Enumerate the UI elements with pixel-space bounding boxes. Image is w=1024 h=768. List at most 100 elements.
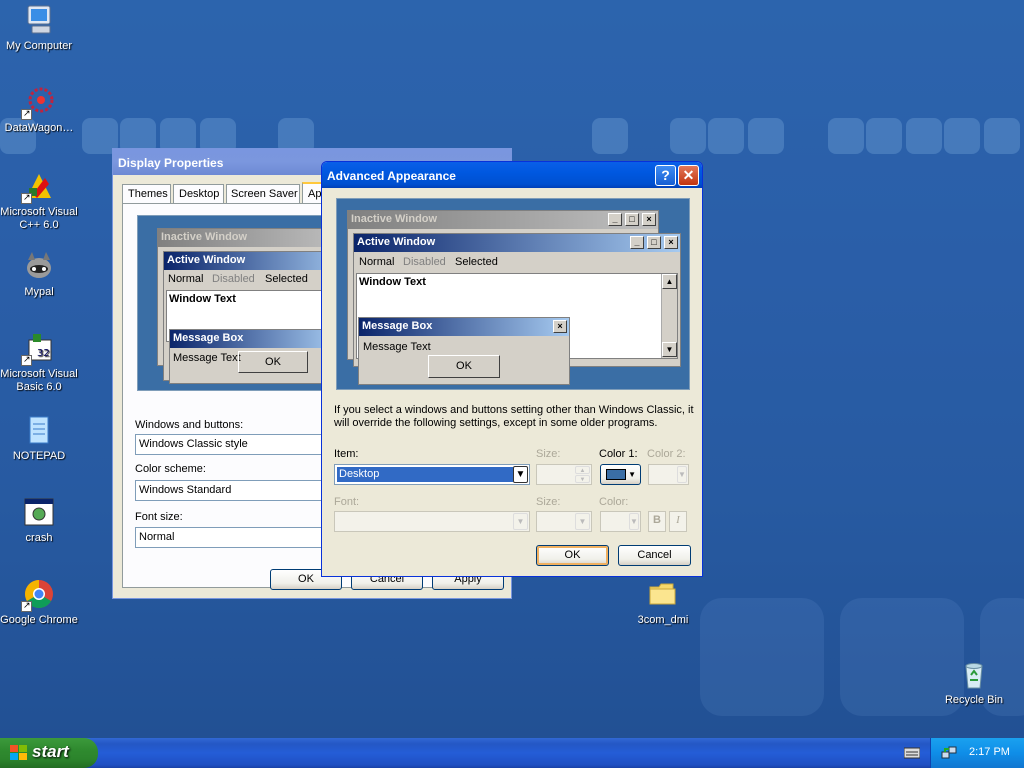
desktop-icon-recycle-bin[interactable]: Recycle Bin — [935, 658, 1013, 707]
font-label: Font: — [334, 496, 360, 508]
preview-message-text: Message Text — [173, 352, 241, 364]
shortcut-arrow-icon — [21, 599, 32, 612]
wallpaper-tile — [592, 118, 628, 154]
tab-screen-saver[interactable]: Screen Saver — [226, 184, 300, 204]
preview-message-box: Message Box Message Text OK — [169, 329, 339, 384]
preview-menu-disabled: Disabled — [212, 273, 255, 285]
desktop-icon-label: Microsoft Visual C++ 6.0 — [0, 206, 78, 231]
bold-button[interactable]: B — [648, 511, 666, 532]
desktop-icon-visual-cpp[interactable]: Microsoft Visual C++ 6.0 — [0, 170, 78, 232]
size-spinner[interactable]: ▲ ▼ — [536, 464, 592, 485]
font-color-label: Color: — [599, 496, 629, 508]
svg-text:32: 32 — [37, 348, 50, 359]
clock[interactable]: 2:17 PM — [969, 746, 1010, 758]
close-icon: × — [642, 213, 656, 226]
computer-icon — [23, 4, 55, 36]
color-scheme-select[interactable]: Windows Standard — [135, 480, 335, 501]
datawagon-icon — [21, 86, 55, 120]
color1-swatch — [606, 469, 626, 480]
keyboard-icon[interactable] — [903, 746, 921, 763]
font-size-label: Size: — [536, 496, 561, 508]
desktop-icon-datawagon[interactable]: DataWagon… — [0, 86, 78, 135]
preview-inactive-title: Inactive Window — [158, 229, 346, 247]
tab-themes[interactable]: Themes — [122, 184, 171, 204]
desktop-icon-visual-basic[interactable]: 32 Microsoft Visual Basic 6.0 — [0, 332, 78, 394]
preview-message-box-title-text: Message Box — [362, 320, 433, 332]
recycle-bin-icon — [958, 658, 990, 690]
dropdown-arrow-icon: ▼ — [628, 470, 636, 479]
ok-button[interactable]: OK — [536, 545, 609, 566]
preview-inactive-title: Inactive Window _ □ × — [348, 211, 658, 229]
desktop-icon-label: Mypal — [24, 286, 54, 298]
help-button[interactable]: ? — [655, 165, 676, 186]
preview-message-box-title: Message Box × — [359, 318, 569, 336]
color2-picker[interactable]: ▼ — [648, 464, 689, 485]
color1-picker[interactable]: ▼ — [600, 464, 641, 485]
system-tray: 2:17 PM — [930, 738, 1024, 768]
font-color-picker[interactable]: ▼ — [600, 511, 641, 532]
minimize-icon: _ — [630, 236, 644, 249]
italic-button[interactable]: I — [669, 511, 687, 532]
windows-buttons-value: Windows Classic style — [139, 438, 248, 450]
appearance-preview: Inactive Window Active Window Normal Dis… — [137, 215, 353, 391]
minimize-icon: _ — [608, 213, 622, 226]
visual-cpp-icon — [21, 170, 55, 204]
desktop-icon-label: NOTEPAD — [12, 450, 66, 462]
color1-label: Color 1: — [599, 448, 638, 460]
close-button[interactable]: ✕ — [678, 165, 699, 186]
chevron-down-icon: ▼ — [513, 466, 528, 483]
wallpaper-tile — [670, 118, 706, 154]
desktop-icon-label: Google Chrome — [0, 614, 78, 626]
start-button[interactable]: start — [0, 738, 98, 768]
preview-message-text: Message Text — [363, 341, 431, 353]
preview-message-box: Message Box × Message Text OK — [358, 317, 570, 385]
start-label: start — [32, 742, 69, 761]
preview-scrollbar: ▲ ▼ — [661, 274, 677, 358]
wallpaper-tile — [984, 118, 1020, 154]
scroll-down-icon: ▼ — [662, 342, 677, 357]
desktop-icon-label: Recycle Bin — [944, 694, 1004, 706]
font-select[interactable]: ▼ — [334, 511, 530, 532]
windows-buttons-label: Windows and buttons: — [135, 419, 244, 431]
folder-icon — [647, 578, 679, 610]
advanced-preview: Inactive Window _ □ × Active Window _ □ … — [336, 198, 690, 390]
font-size-select[interactable]: Normal — [135, 527, 335, 548]
desktop-icon-google-chrome[interactable]: Google Chrome — [0, 578, 78, 627]
item-label: Item: — [334, 448, 359, 460]
item-select-value: Desktop — [336, 466, 514, 483]
window-title: Advanced Appearance — [327, 169, 456, 183]
dropdown-arrow-icon: ▼ — [629, 513, 639, 530]
info-text: If you select a windows and buttons sett… — [334, 404, 694, 429]
desktop-icon-mypal[interactable]: Mypal — [0, 250, 78, 299]
windows-logo-icon — [10, 745, 28, 766]
desktop-icon-3com-dmi[interactable]: 3com_dmi — [624, 578, 702, 627]
desktop-icon-label: DataWagon… — [4, 122, 74, 134]
mypal-icon — [23, 250, 55, 282]
network-icon[interactable] — [941, 745, 957, 764]
wallpaper-tile — [906, 118, 942, 154]
preview-active-title: Active Window _ □ × — [354, 234, 680, 252]
tab-desktop[interactable]: Desktop — [173, 184, 224, 204]
preview-inactive-title-text: Inactive Window — [351, 213, 438, 225]
desktop-icon-label: My Computer — [5, 40, 73, 52]
desktop-icon-my-computer[interactable]: My Computer — [0, 4, 78, 53]
shortcut-arrow-icon — [21, 353, 32, 366]
shortcut-arrow-icon — [21, 107, 32, 120]
cancel-button[interactable]: Cancel — [618, 545, 691, 566]
close-icon: ✕ — [682, 167, 695, 183]
windows-buttons-select[interactable]: Windows Classic style — [135, 434, 335, 455]
advanced-appearance-dialog: Advanced Appearance ? ✕ Inactive Window … — [321, 161, 703, 577]
chevron-down-icon: ▼ — [575, 513, 590, 530]
advanced-appearance-titlebar[interactable]: Advanced Appearance ? ✕ — [322, 162, 702, 188]
preview-menu-selected: Selected — [455, 256, 498, 268]
preview-window-text-label: Window Text — [359, 276, 426, 288]
item-select[interactable]: Desktop ▼ — [334, 464, 530, 485]
desktop-icon-crash[interactable]: crash — [0, 496, 78, 545]
chrome-icon — [21, 578, 55, 612]
chevron-down-icon: ▼ — [513, 513, 528, 530]
desktop-icon-notepad[interactable]: NOTEPAD — [0, 414, 78, 463]
shortcut-arrow-icon — [21, 191, 32, 204]
taskbar: start 2:17 PM — [0, 738, 1024, 768]
font-size-select[interactable]: ▼ — [536, 511, 592, 532]
crash-icon — [23, 496, 55, 528]
